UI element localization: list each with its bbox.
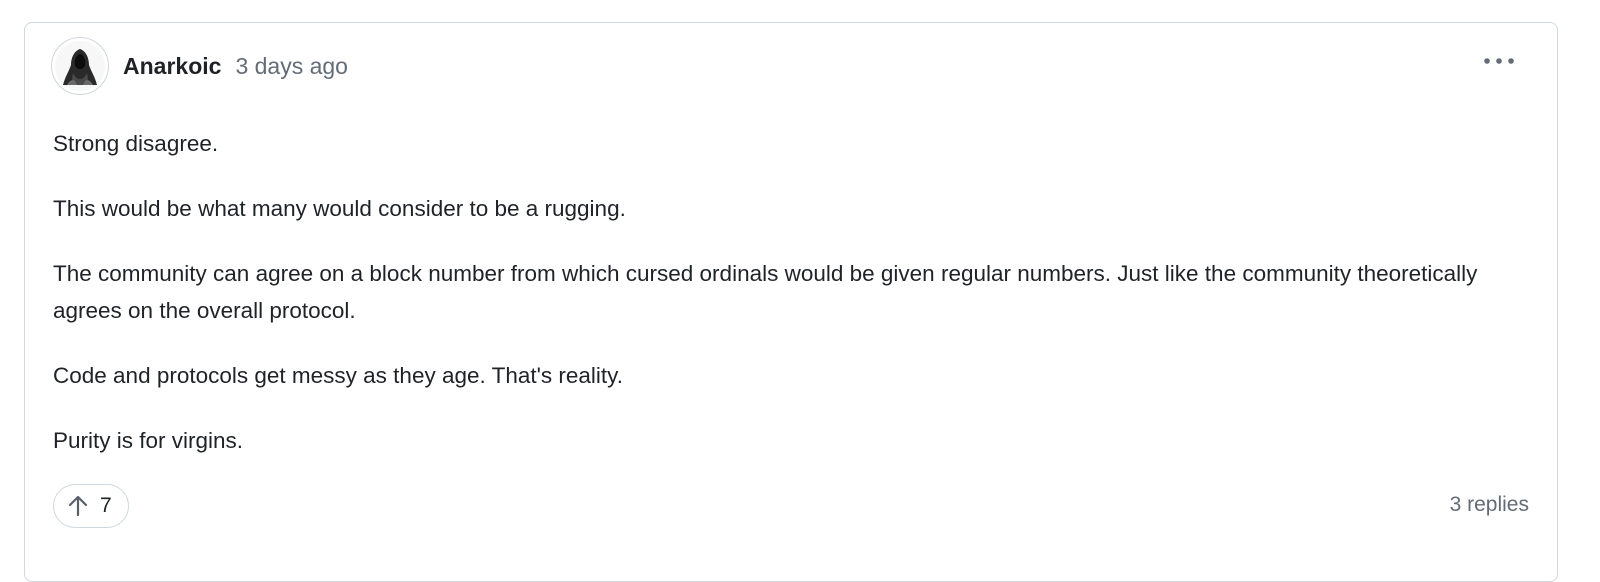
replies-link[interactable]: 3 replies bbox=[1450, 493, 1529, 517]
upvote-button[interactable]: 7 bbox=[53, 484, 129, 528]
more-options-button[interactable] bbox=[1479, 49, 1519, 73]
comment-paragraph: Strong disagree. bbox=[53, 131, 219, 156]
more-horizontal-icon bbox=[1484, 58, 1514, 64]
upvote-count: 7 bbox=[100, 494, 112, 517]
comment-paragraph: The community can agree on a block numbe… bbox=[53, 261, 1478, 323]
comment-paragraph: This would be what many would consider t… bbox=[53, 196, 626, 221]
hooded-figure-icon bbox=[55, 41, 105, 91]
comment-header: Anarkoic 3 days ago bbox=[51, 36, 348, 96]
author-name[interactable]: Anarkoic bbox=[123, 53, 221, 80]
comment-timestamp[interactable]: 3 days ago bbox=[235, 53, 348, 80]
comment-paragraph: Purity is for virgins. bbox=[53, 428, 244, 453]
comment-card: Anarkoic 3 days ago Strong disagree. Thi… bbox=[24, 22, 1558, 582]
comment-body: Strong disagree. This would be what many… bbox=[53, 125, 1533, 487]
avatar[interactable] bbox=[51, 37, 109, 95]
arrow-up-icon bbox=[68, 495, 88, 517]
comment-paragraph: Code and protocols get messy as they age… bbox=[53, 363, 624, 388]
